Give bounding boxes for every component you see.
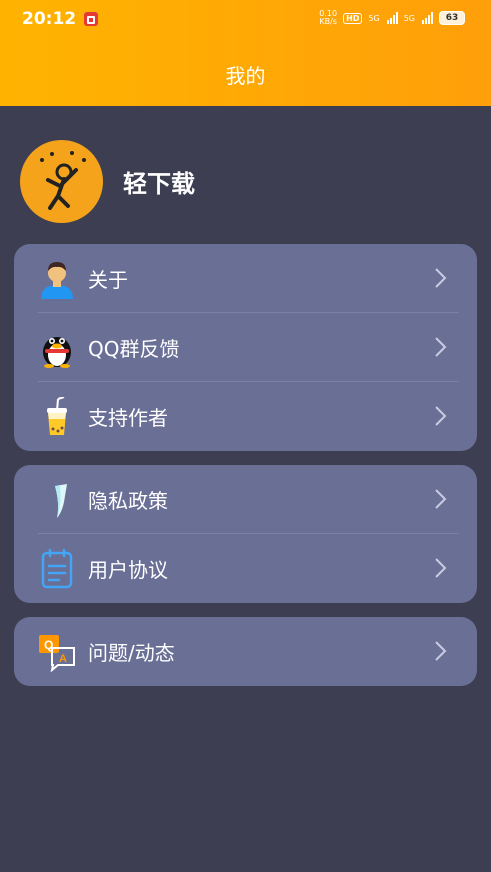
- chevron-right-icon: [435, 558, 447, 578]
- chevron-right-icon: [435, 268, 447, 288]
- chevron-right-icon: [435, 641, 447, 661]
- hd-badge: HD: [343, 12, 363, 24]
- user-avatar-icon: [38, 259, 76, 299]
- menu-label-user-agreement: 用户协议: [88, 558, 168, 582]
- menu-card-legal: 隐私政策 用户协议: [14, 465, 477, 603]
- menu-item-user-agreement[interactable]: 用户协议: [14, 534, 477, 603]
- app-logo-icon: [20, 140, 103, 223]
- privacy-shield-icon: [38, 480, 76, 520]
- profile-section: 轻下载: [20, 140, 195, 223]
- signal2-label: 5G: [403, 13, 415, 23]
- menu-item-privacy-policy[interactable]: 隐私政策: [14, 465, 477, 534]
- menu-item-about[interactable]: 关于: [14, 244, 477, 313]
- menu-card-general: 关于 QQ群反馈 支持作者: [14, 244, 477, 451]
- menu-item-support-author[interactable]: 支持作者: [14, 382, 477, 451]
- page-title: 我的: [225, 64, 266, 88]
- qq-penguin-icon: [38, 328, 76, 368]
- status-time: 20:12: [22, 9, 77, 29]
- battery-icon: 63: [439, 11, 465, 25]
- signal1-icon: [386, 12, 398, 24]
- status-bar: 20:12 0.10 KB/s HD 5G 5G 63: [0, 0, 491, 38]
- signal2-icon: [422, 12, 433, 24]
- menu-label-faq-news: 问题/动态: [88, 641, 175, 665]
- chevron-right-icon: [435, 406, 447, 426]
- app-name: 轻下载: [123, 170, 195, 198]
- app-logo-avatar[interactable]: [20, 140, 103, 223]
- menu-label-support-author: 支持作者: [88, 406, 168, 430]
- chevron-right-icon: [435, 489, 447, 509]
- clipboard-icon: [38, 548, 76, 589]
- menu-item-faq-news[interactable]: Q A 问题/动态: [14, 617, 477, 686]
- network-speed: 0.10 KB/s: [319, 10, 337, 26]
- drink-cup-icon: [38, 396, 76, 437]
- menu-label-about: 关于: [88, 268, 128, 292]
- svg-text:A: A: [59, 653, 67, 665]
- status-icons: 0.10 KB/s HD 5G 5G 63: [319, 10, 465, 26]
- menu-item-qq-group-feedback[interactable]: QQ群反馈: [14, 313, 477, 382]
- network-speed-unit: KB/s: [319, 17, 337, 26]
- notification-icon: [84, 12, 99, 26]
- menu-card-faq: Q A 问题/动态: [14, 617, 477, 686]
- qa-chat-icon: Q A: [38, 632, 76, 672]
- chevron-right-icon: [435, 337, 447, 357]
- menu-label-qq-group-feedback: QQ群反馈: [88, 337, 180, 361]
- header-bar: 20:12 0.10 KB/s HD 5G 5G 63 我的: [0, 0, 491, 106]
- menu-label-privacy-policy: 隐私政策: [88, 489, 168, 513]
- signal1-label: 5G: [368, 13, 380, 23]
